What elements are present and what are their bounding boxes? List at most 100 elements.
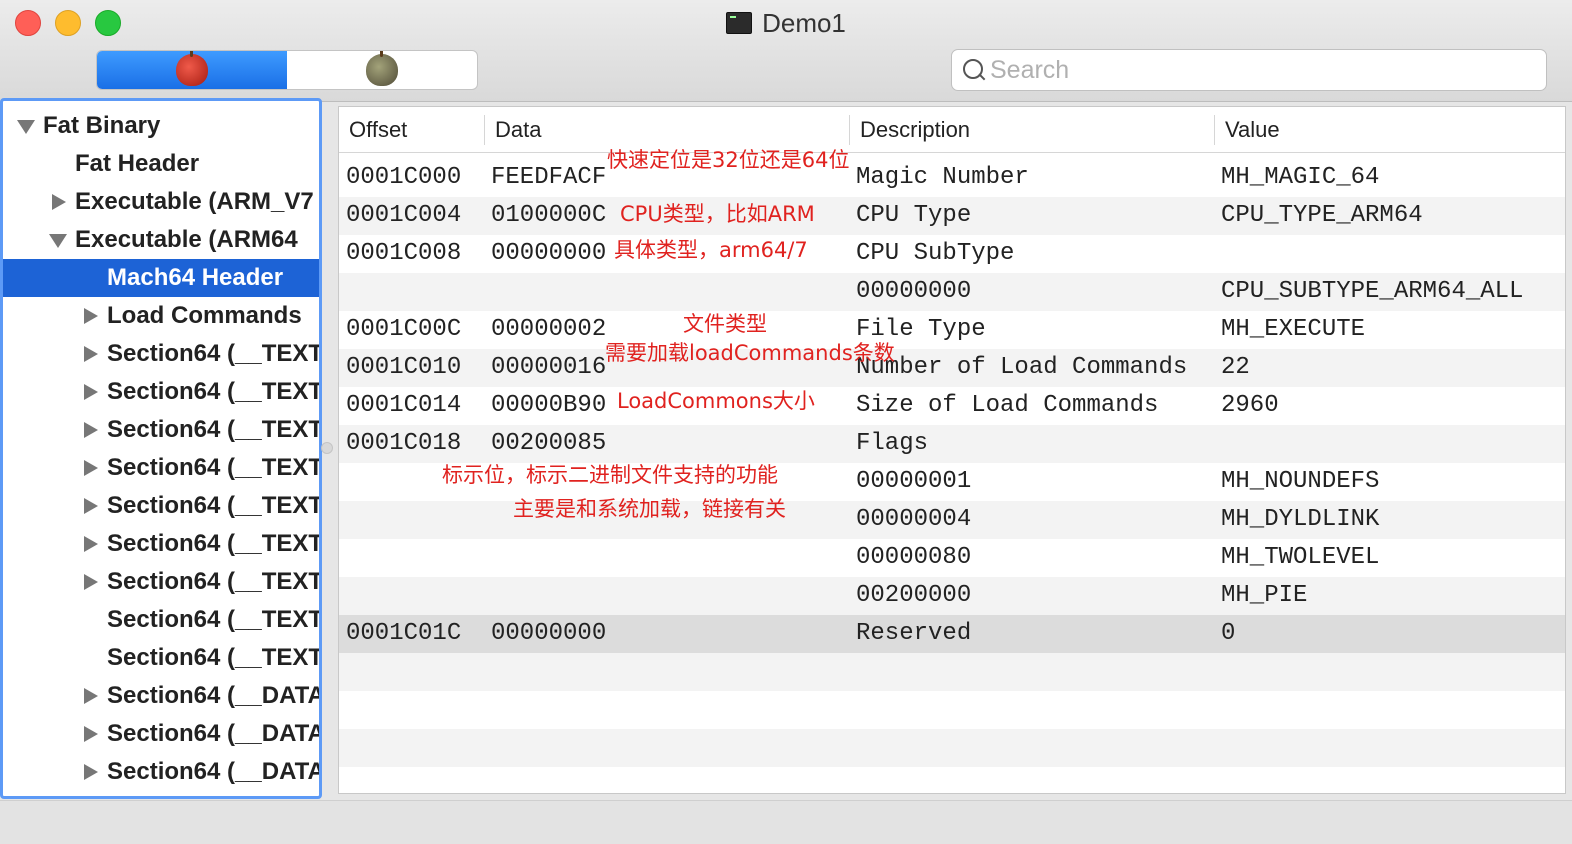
disclosure-expanded-icon[interactable]: [49, 231, 67, 249]
sidebar-item[interactable]: Section64 (__TEXT: [3, 335, 319, 373]
column-header-offset[interactable]: Offset: [339, 107, 484, 153]
sidebar-item[interactable]: Section64 (__DATA: [3, 677, 319, 715]
annotation-ncmds: 需要加载loadCommands条数: [605, 341, 895, 365]
sidebar-item-label: Section64 (__TEXT: [107, 606, 319, 633]
segment-red-apple[interactable]: [97, 51, 287, 89]
cell-description: 00000001: [856, 468, 972, 495]
cell-offset: 0001C010: [346, 354, 462, 381]
cell-data: 00000016: [491, 354, 607, 381]
search-icon: [962, 58, 986, 82]
sidebar-item-label: Section64 (__TEXT: [107, 492, 319, 519]
table-row[interactable]: 0001C018 00200085 Flags: [339, 425, 1565, 463]
cell-description: 00000000: [856, 278, 972, 305]
window-title-group: Demo1: [0, 6, 1572, 40]
red-apple-icon: [176, 51, 208, 86]
sidebar-item-label: Executable (ARM_V7: [75, 188, 314, 215]
sidebar-item-label: Section64 (__TEXT: [107, 530, 319, 557]
sidebar-outline[interactable]: Fat Binary Fat Header Executable (ARM_V7 Ex…: [0, 98, 322, 799]
cell-description: Flags: [856, 430, 929, 457]
cell-offset: 0001C000: [346, 164, 462, 191]
table-row[interactable]: 0001C000 FEEDFACF Magic Number MH_MAGIC_64: [339, 159, 1565, 197]
cell-value: MH_DYLDLINK: [1221, 506, 1380, 533]
table-row[interactable]: [339, 691, 1565, 729]
sidebar-item[interactable]: Fat Binary: [3, 107, 319, 145]
gray-apple-icon: [366, 51, 398, 86]
disclosure-collapsed-icon[interactable]: [81, 687, 99, 705]
disclosure-collapsed-icon[interactable]: [81, 459, 99, 477]
view-segmented-control: [96, 50, 478, 90]
table-row[interactable]: 0001C014 00000B90 Size of Load Commands 296…: [339, 387, 1565, 425]
sidebar-item[interactable]: Section64 (__TEXT: [3, 487, 319, 525]
sidebar-item[interactable]: Section64 (__TEXT: [3, 601, 319, 639]
cell-data: 00000000: [491, 240, 607, 267]
disclosure-collapsed-icon[interactable]: [81, 535, 99, 553]
sidebar-item-label: Section64 (__DATA: [107, 758, 319, 785]
cell-data: 00000000: [491, 620, 607, 647]
cell-value: 2960: [1221, 392, 1279, 419]
column-header-value[interactable]: Value: [1215, 107, 1565, 153]
cell-value: MH_NOUNDEFS: [1221, 468, 1380, 495]
cell-description: Magic Number: [856, 164, 1029, 191]
segment-gray-apple[interactable]: [287, 51, 477, 89]
disclosure-collapsed-icon[interactable]: [81, 383, 99, 401]
table-row[interactable]: 0001C01C 00000000 Reserved 0: [339, 615, 1565, 653]
sidebar-item[interactable]: Section64 (__DATA: [3, 753, 319, 791]
cell-description: CPU Type: [856, 202, 972, 229]
sidebar-item[interactable]: Section64 (__TEXT: [3, 449, 319, 487]
cell-offset: 0001C014: [346, 392, 462, 419]
cell-value: MH_MAGIC_64: [1221, 164, 1380, 191]
sidebar-item[interactable]: Section64 (__DATA: [3, 715, 319, 753]
disclosure-expanded-icon[interactable]: [17, 117, 35, 135]
header-table[interactable]: Offset Data Description Value 0001C000 FE…: [338, 106, 1566, 794]
split-view-handle[interactable]: [321, 442, 333, 454]
disclosure-collapsed-icon[interactable]: [49, 193, 67, 211]
annotation-flags-2: 主要是和系统加载，链接有关: [513, 497, 786, 521]
sidebar-item[interactable]: Section64 (__TEXT: [3, 525, 319, 563]
table-row[interactable]: 00000080 MH_TWOLEVEL: [339, 539, 1565, 577]
disclosure-collapsed-icon[interactable]: [81, 763, 99, 781]
table-row[interactable]: 0001C00C 00000002 File Type MH_EXECUTE: [339, 311, 1565, 349]
sidebar-item[interactable]: Section64 (__TEXT: [3, 411, 319, 449]
sidebar-item-label: Load Commands: [107, 302, 302, 329]
sidebar-item[interactable]: Executable (ARM_V7: [3, 183, 319, 221]
sidebar-item[interactable]: Section64 (__TEXT: [3, 563, 319, 601]
disclosure-collapsed-icon[interactable]: [81, 345, 99, 363]
sidebar-item-label: Section64 (__TEXT: [107, 568, 319, 595]
disclosure-collapsed-icon[interactable]: [81, 421, 99, 439]
cell-description: CPU SubType: [856, 240, 1015, 267]
cell-value: MH_EXECUTE: [1221, 316, 1366, 343]
sidebar-item[interactable]: Section64 (__TEXT: [3, 639, 319, 677]
cell-value: 0: [1221, 620, 1236, 647]
annotation-cpu-type: CPU类型，比如ARM: [620, 202, 815, 226]
table-row[interactable]: 00200000 MH_PIE: [339, 577, 1565, 615]
search-field[interactable]: [951, 49, 1547, 91]
sidebar-item[interactable]: Executable (ARM64: [3, 221, 319, 259]
cell-value: 22: [1221, 354, 1250, 381]
disclosure-collapsed-icon[interactable]: [81, 497, 99, 515]
disclosure-collapsed-icon[interactable]: [81, 307, 99, 325]
sidebar-item[interactable]: Mach64 Header: [3, 259, 319, 297]
search-input[interactable]: [990, 55, 1530, 85]
disclosure-collapsed-icon[interactable]: [81, 573, 99, 591]
cell-data: 00000002: [491, 316, 607, 343]
table-row[interactable]: 0001C004 0100000C CPU Type CPU_TYPE_ARM64: [339, 197, 1565, 235]
table-row[interactable]: 0001C008 00000000 CPU SubType: [339, 235, 1565, 273]
sidebar-item[interactable]: Section64 (__TEXT: [3, 373, 319, 411]
sidebar-item[interactable]: Fat Header: [3, 145, 319, 183]
column-header-description[interactable]: Description: [850, 107, 1214, 153]
sidebar-item[interactable]: Load Commands: [3, 297, 319, 335]
disclosure-collapsed-icon[interactable]: [81, 725, 99, 743]
table-row[interactable]: [339, 729, 1565, 767]
annotation-magic: 快速定位是32位还是64位: [607, 148, 850, 172]
cell-description: Size of Load Commands: [856, 392, 1159, 419]
annotation-cpu-subtype: 具体类型，arm64/7: [614, 238, 808, 262]
cell-value: MH_TWOLEVEL: [1221, 544, 1380, 571]
cell-data: 0100000C: [491, 202, 607, 229]
cell-offset: 0001C004: [346, 202, 462, 229]
table-header: Offset Data Description Value: [339, 107, 1565, 153]
table-row[interactable]: 00000000 CPU_SUBTYPE_ARM64_ALL: [339, 273, 1565, 311]
table-row[interactable]: 0001C010 00000016 Number of Load Commands 2…: [339, 349, 1565, 387]
cell-data: FEEDFACF: [491, 164, 607, 191]
table-row[interactable]: [339, 653, 1565, 691]
title-bar: Demo1: [0, 0, 1572, 102]
